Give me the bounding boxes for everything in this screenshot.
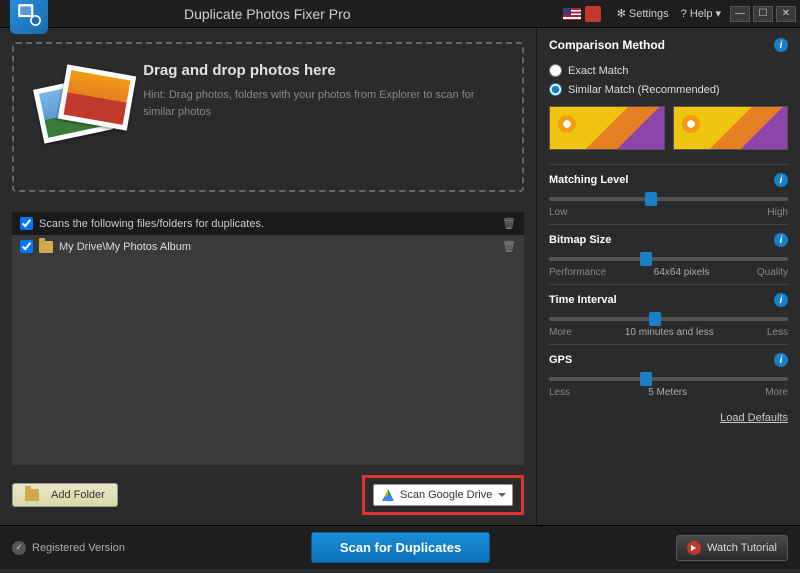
select-all-checkbox[interactable] xyxy=(20,217,33,230)
preview-thumb xyxy=(673,106,789,150)
info-icon[interactable]: i xyxy=(774,38,788,52)
similar-match-radio[interactable]: Similar Match (Recommended) xyxy=(549,83,788,96)
folder-icon xyxy=(25,489,39,501)
folder-icon xyxy=(39,241,53,253)
scan-drive-highlight: Scan Google Drive xyxy=(362,475,524,515)
info-icon[interactable]: i xyxy=(774,233,788,247)
close-button[interactable]: ✕ xyxy=(776,6,796,22)
settings-link[interactable]: ✻ Settings xyxy=(617,7,669,20)
google-drive-icon xyxy=(382,489,394,501)
app-title: Duplicate Photos Fixer Pro xyxy=(184,6,351,22)
maximize-button[interactable]: ☐ xyxy=(753,6,773,22)
app-icon xyxy=(10,0,48,34)
dropzone[interactable]: Drag and drop photos here Hint: Drag pho… xyxy=(12,42,524,192)
row-delete-icon[interactable]: 🗑 xyxy=(502,240,516,253)
scan-duplicates-button[interactable]: Scan for Duplicates xyxy=(311,532,490,563)
footer: ✓ Registered Version Scan for Duplicates… xyxy=(0,525,800,569)
play-icon xyxy=(687,541,701,555)
matching-slider[interactable] xyxy=(549,197,788,201)
bitmap-slider[interactable] xyxy=(549,257,788,261)
exact-match-radio[interactable]: Exact Match xyxy=(549,64,788,77)
info-icon[interactable]: i xyxy=(774,173,788,187)
watch-tutorial-button[interactable]: Watch Tutorial xyxy=(676,535,788,561)
clear-list-icon[interactable]: 🗑 xyxy=(502,217,516,230)
gps-slider[interactable] xyxy=(549,377,788,381)
filelist-header-label: Scans the following files/folders for du… xyxy=(39,218,264,230)
preview-thumb xyxy=(549,106,665,150)
list-item[interactable]: My Drive\My Photos Album 🗑 xyxy=(12,235,524,258)
time-slider[interactable] xyxy=(549,317,788,321)
main-panel: Drag and drop photos here Hint: Drag pho… xyxy=(0,28,536,525)
bitmap-size-title: Bitmap Size xyxy=(549,234,611,246)
dropzone-heading: Drag and drop photos here xyxy=(143,62,502,79)
scan-drive-dropdown[interactable]: Scan Google Drive xyxy=(373,484,513,506)
add-folder-button[interactable]: Add Folder xyxy=(12,483,118,507)
info-icon[interactable]: i xyxy=(774,353,788,367)
language-flag-icon[interactable] xyxy=(563,8,581,20)
load-defaults-link[interactable]: Load Defaults xyxy=(720,412,788,424)
photo-stack-icon xyxy=(34,62,123,162)
row-checkbox[interactable] xyxy=(20,240,33,253)
filelist-header: Scans the following files/folders for du… xyxy=(12,212,524,235)
settings-panel: Comparison Method i Exact Match Similar … xyxy=(536,28,800,525)
check-icon: ✓ xyxy=(12,541,26,555)
dropzone-hint: Hint: Drag photos, folders with your pho… xyxy=(143,87,502,120)
row-path: My Drive\My Photos Album xyxy=(59,241,191,253)
matching-level-title: Matching Level xyxy=(549,174,628,186)
notification-badge[interactable] xyxy=(585,6,601,22)
registered-status: ✓ Registered Version xyxy=(12,541,125,555)
time-interval-title: Time Interval xyxy=(549,294,617,306)
filelist-body: My Drive\My Photos Album 🗑 xyxy=(12,235,524,465)
comparison-title: Comparison Method xyxy=(549,38,665,52)
gps-title: GPS xyxy=(549,354,572,366)
minimize-button[interactable]: — xyxy=(730,6,750,22)
info-icon[interactable]: i xyxy=(774,293,788,307)
help-link[interactable]: ? Help ▾ xyxy=(681,7,721,20)
titlebar: Duplicate Photos Fixer Pro ✻ Settings ? … xyxy=(0,0,800,28)
